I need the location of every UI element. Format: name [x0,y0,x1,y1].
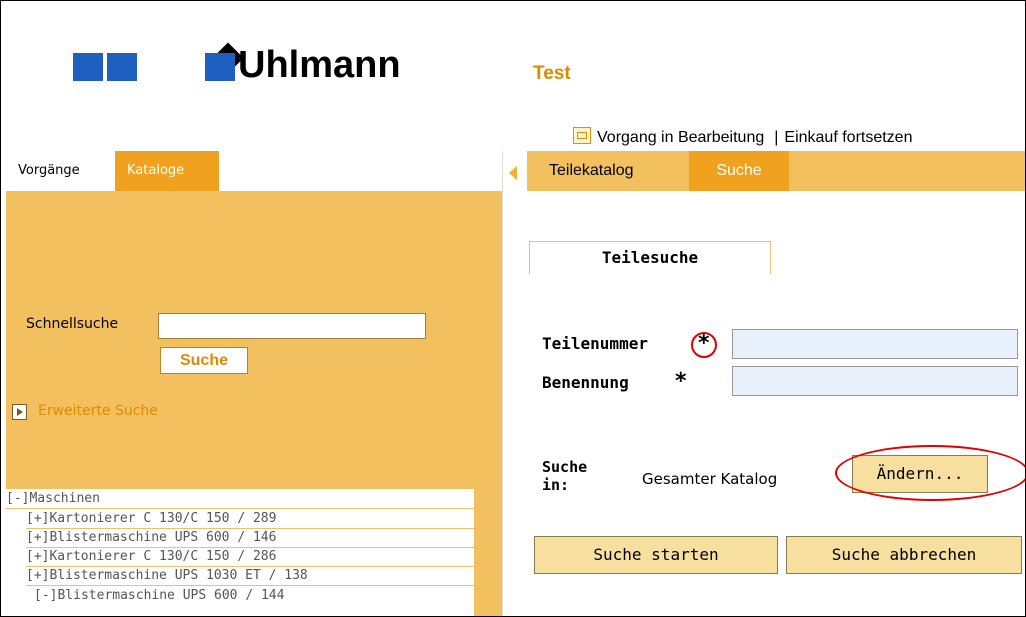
quick-search-label: Schnellsuche [26,316,119,332]
link-separator: | [774,129,779,146]
tree-item[interactable]: [+]Kartonierer C 130/C 150 / 289 [26,510,474,529]
panel-divider [502,151,528,616]
part-number-label: Teilenummer [542,334,648,353]
top-links: Vorgang in Bearbeitung | Einkauf fortsetze… [573,127,912,147]
cancel-search-button[interactable]: Suche abbrechen [786,536,1022,574]
tree-item[interactable]: [-]Blistermaschine UPS 600 / 144 [34,587,284,605]
required-marker: * [675,369,687,394]
part-number-input[interactable] [732,329,1018,359]
arrow-right-icon[interactable] [12,404,27,420]
tree-scroll-area [474,489,502,616]
start-search-button[interactable]: Suche starten [534,536,778,574]
tree-item[interactable]: [-]Maschinen [6,490,474,509]
section-tab-teilesuche[interactable]: Teilesuche [529,241,771,274]
highlight-ellipse [835,445,1025,501]
tree-item[interactable]: [+]Kartonierer C 130/C 150 / 286 [26,548,474,567]
logo-square-icon [205,53,235,81]
tree-item[interactable]: [+]Blistermaschine UPS 1030 ET / 138 [26,567,474,586]
catalog-tree: [-]Maschinen [+]Kartonierer C 130/C 150 … [6,489,474,616]
logo-text: Uhlmann [238,44,401,86]
collapse-left-icon[interactable] [509,166,517,180]
search-scope-value: Gesamter Katalog [642,470,778,488]
app-window: Uhlmann Test Vorgang in Bearbeitung | Eink… [0,0,1026,617]
tab-suche[interactable]: Suche [689,151,789,191]
search-scope-label: Suche in: [542,458,588,494]
tab-vorgaenge[interactable]: Vorgänge [6,151,92,191]
tree-item[interactable]: [+]Blistermaschine UPS 600 / 146 [26,529,474,548]
current-order-link[interactable]: Vorgang in Bearbeitung [597,129,764,146]
uhlmann-logo: Uhlmann [73,21,403,91]
section-label: Teilesuche [601,248,699,267]
quick-search-button[interactable]: Suche [160,347,248,374]
logo-square-icon [73,53,103,81]
app-title: Test [533,63,571,84]
tab-teilekatalog[interactable]: Teilekatalog [549,151,634,191]
tab-kataloge[interactable]: Kataloge [115,151,219,191]
name-input[interactable] [732,366,1018,396]
quick-search-input[interactable] [158,313,426,339]
name-label: Benennung [542,373,629,392]
continue-shopping-link[interactable]: Einkauf fortsetzen [784,129,912,146]
left-tab-bar: Vorgänge Kataloge [1,151,502,191]
right-tab-bar: Teilekatalog Suche [527,151,1025,191]
advanced-search-link[interactable]: Erweiterte Suche [38,403,158,419]
cart-icon[interactable] [573,127,591,144]
logo-square-icon [107,53,137,81]
quick-search-panel: Schnellsuche Suche Erweiterte Suche [6,191,502,489]
highlight-circle [691,332,717,358]
